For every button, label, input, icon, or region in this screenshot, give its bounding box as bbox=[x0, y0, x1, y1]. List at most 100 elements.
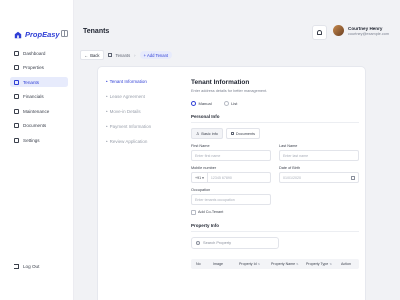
radio-dot-icon bbox=[191, 101, 196, 106]
step-label: Lease Agreement bbox=[109, 94, 145, 99]
step-review-application[interactable]: • Review Application bbox=[106, 139, 182, 144]
gear-icon bbox=[14, 137, 19, 143]
dob-input[interactable]: 01/01/2020 bbox=[279, 172, 359, 183]
chevron-down-icon: ▾ bbox=[202, 175, 204, 180]
logo-icon bbox=[14, 31, 22, 38]
step-label: Payment Information bbox=[109, 124, 152, 129]
step-bullet-icon: • bbox=[106, 139, 108, 144]
tab-label: Basic info bbox=[201, 131, 218, 136]
personal-info-heading: Personal Info bbox=[191, 114, 359, 123]
tenant-form: Tenant Information Enter address details… bbox=[191, 79, 359, 269]
occupation-field: Occupation Enter tenants occupation bbox=[191, 188, 271, 205]
page-title: Tenants bbox=[83, 28, 110, 35]
column-header[interactable]: Property Name ⇅ bbox=[271, 262, 306, 266]
user-name: Courtney Henry bbox=[348, 25, 383, 31]
tab-documents[interactable]: Documents bbox=[225, 128, 261, 139]
occupation-input[interactable]: Enter tenants occupation bbox=[191, 194, 271, 205]
sidebar-item-documents[interactable]: Documents bbox=[10, 121, 68, 131]
radio-label: List bbox=[231, 101, 238, 106]
top-header: Tenants Courtney Henry courtney@example.… bbox=[74, 0, 400, 50]
property-search-input[interactable]: Search Property bbox=[191, 236, 279, 249]
logout-label: Log Out bbox=[23, 264, 40, 269]
step-bullet-icon: • bbox=[106, 124, 108, 129]
sidebar-item-settings[interactable]: Settings bbox=[10, 135, 68, 145]
mobile-placeholder: 12345 67890 bbox=[210, 175, 232, 180]
column-label: No bbox=[196, 261, 201, 266]
first-name-label: First Name bbox=[191, 144, 210, 148]
radio-label: Manual bbox=[198, 101, 212, 106]
checkbox-icon bbox=[191, 210, 196, 215]
search-icon bbox=[196, 240, 200, 245]
dob-label: Date of Birth bbox=[279, 166, 301, 170]
first-name-placeholder: Enter first name bbox=[195, 153, 221, 158]
country-code-select[interactable]: +91 ▾ bbox=[192, 173, 208, 182]
sidebar-item-dashboard[interactable]: Dashboard bbox=[10, 48, 68, 58]
column-header[interactable]: Property Id ⇅ bbox=[239, 262, 271, 266]
document-icon bbox=[14, 123, 19, 128]
name-row: First Name Enter first name Last Name En… bbox=[191, 144, 359, 161]
sidebar-toggle-icon[interactable] bbox=[61, 30, 68, 37]
last-name-placeholder: Enter last name bbox=[283, 153, 309, 158]
sidebar-item-financials[interactable]: Financials bbox=[10, 92, 68, 102]
back-button[interactable]: ← Back bbox=[80, 50, 104, 60]
sidebar-item-label: Tenants bbox=[23, 79, 40, 85]
column-header: Image bbox=[213, 262, 239, 266]
sidebar-nav: Dashboard Properties Tenants Financials … bbox=[10, 48, 68, 150]
occupation-label: Occupation bbox=[191, 188, 211, 192]
breadcrumb: ← Back Tenants › + Add Tenant bbox=[80, 50, 173, 60]
mobile-input[interactable]: +91 ▾ 12345 67890 bbox=[191, 172, 271, 183]
user-icon: ♙ bbox=[196, 132, 200, 136]
mobile-label: Mobile number bbox=[191, 166, 217, 170]
last-name-field: Last Name Enter last name bbox=[279, 144, 359, 161]
personal-info-tabs: ♙ Basic info Documents bbox=[191, 128, 359, 139]
app-name: PropEasy bbox=[25, 30, 60, 39]
radio-list[interactable]: List bbox=[223, 101, 238, 106]
breadcrumb-current-label: Add Tenant bbox=[146, 52, 169, 58]
property-table-header: No Image Property Id ⇅ Property Name ⇅ Pro… bbox=[191, 258, 359, 269]
logout-icon bbox=[14, 264, 19, 269]
column-label: Action bbox=[341, 261, 351, 266]
step-payment-information[interactable]: • Payment Information bbox=[106, 124, 182, 129]
app-logo[interactable]: PropEasy bbox=[14, 30, 60, 39]
column-header: Action bbox=[341, 262, 359, 266]
step-bullet-icon: • bbox=[106, 94, 108, 99]
sidebar-item-tenants[interactable]: Tenants bbox=[10, 77, 68, 87]
notifications-button[interactable] bbox=[312, 25, 327, 40]
breadcrumb-separator: › bbox=[134, 52, 136, 58]
sidebar-item-label: Properties bbox=[23, 65, 44, 70]
step-move-in-details[interactable]: • Move-in Details bbox=[106, 109, 182, 114]
step-bullet-icon: • bbox=[106, 109, 108, 114]
sort-icon: ⇅ bbox=[329, 261, 332, 266]
calendar-icon[interactable] bbox=[351, 176, 355, 180]
document-icon bbox=[230, 131, 234, 136]
step-bullet-icon: • bbox=[106, 79, 108, 84]
radio-dot-icon bbox=[223, 101, 229, 106]
breadcrumb-current: + Add Tenant bbox=[139, 51, 173, 59]
breadcrumb-tenants[interactable]: Tenants bbox=[116, 53, 131, 58]
user-menu[interactable]: Courtney Henry courtney@example.com bbox=[333, 25, 389, 36]
logout-button[interactable]: Log Out bbox=[14, 264, 39, 269]
first-name-input[interactable]: Enter first name bbox=[191, 150, 271, 161]
form-subtitle: Enter address details for better managem… bbox=[191, 89, 268, 93]
property-info-heading: Property Info bbox=[191, 223, 359, 232]
occupation-placeholder: Enter tenants occupation bbox=[195, 197, 235, 202]
tab-basic-info[interactable]: ♙ Basic info bbox=[191, 128, 223, 139]
contact-row: Mobile number +91 ▾ 12345 67890 Date of … bbox=[191, 166, 359, 183]
step-label: Tenant Information bbox=[109, 79, 147, 84]
step-label: Review Application bbox=[109, 139, 148, 144]
bell-icon bbox=[317, 30, 322, 35]
radio-manual[interactable]: Manual bbox=[191, 101, 212, 106]
column-label: Image bbox=[213, 261, 223, 266]
column-header[interactable]: Property Type ⇅ bbox=[306, 262, 341, 266]
sidebar-item-maintenance[interactable]: Maintenance bbox=[10, 106, 68, 116]
sidebar-item-properties[interactable]: Properties bbox=[10, 63, 68, 73]
last-name-input[interactable]: Enter last name bbox=[279, 150, 359, 161]
step-lease-agreement[interactable]: • Lease Agreement bbox=[106, 94, 182, 99]
add-tenant-card: • Tenant Information • Lease Agreement •… bbox=[97, 66, 366, 300]
sidebar-item-label: Maintenance bbox=[23, 108, 50, 114]
form-title: Tenant Information bbox=[191, 79, 250, 86]
step-tenant-information[interactable]: • Tenant Information bbox=[106, 79, 182, 84]
tab-label: Documents bbox=[235, 131, 256, 136]
add-co-tenant-checkbox[interactable]: Add Co-Tenant bbox=[191, 210, 359, 215]
mobile-field: Mobile number +91 ▾ 12345 67890 bbox=[191, 166, 271, 183]
